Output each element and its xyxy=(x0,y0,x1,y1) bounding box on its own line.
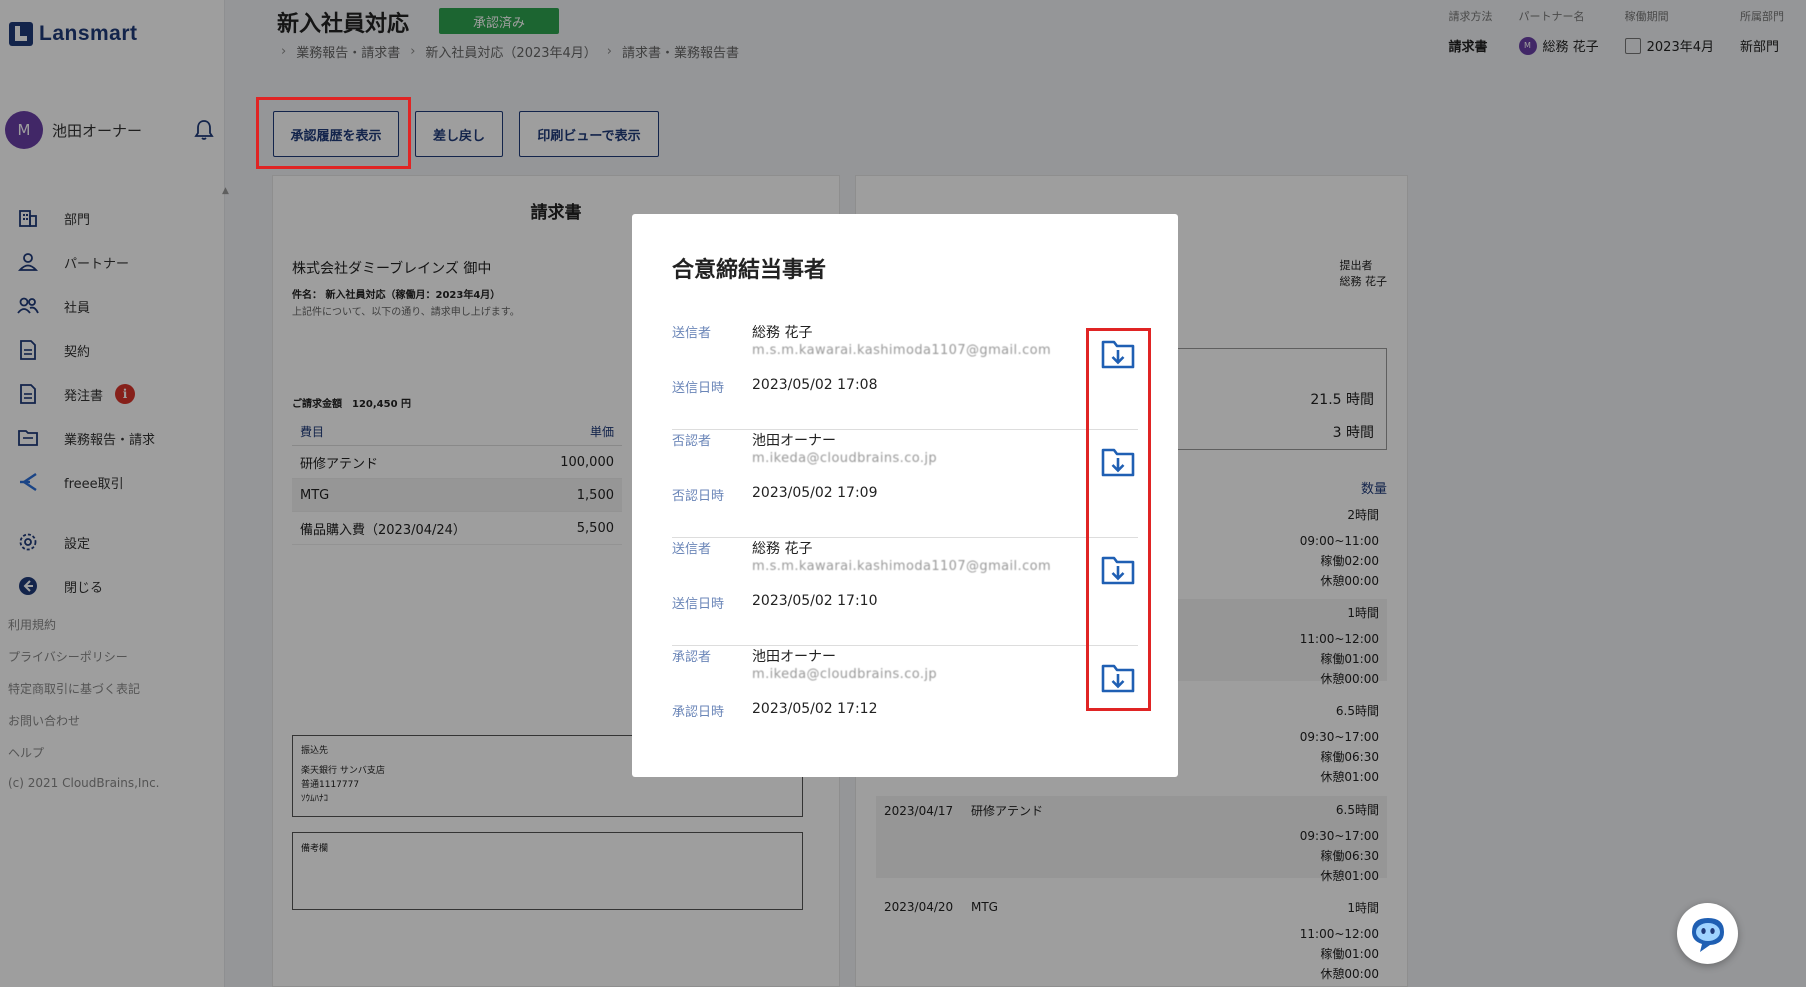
party-role: 送信者 xyxy=(672,326,712,341)
party-email: m.ikeda@cloudbrains.co.jp xyxy=(752,667,938,682)
party-date-label: 否認日時 xyxy=(672,489,725,504)
party-date-label: 承認日時 xyxy=(672,705,725,720)
party-email: m.s.m.kawarai.kashimoda1107@gmail.com xyxy=(752,559,1052,574)
party-item: 送信者 総務 花子 m.s.m.kawarai.kashimoda1107@gm… xyxy=(672,538,1138,646)
party-item: 送信者 総務 花子 m.s.m.kawarai.kashimoda1107@gm… xyxy=(672,322,1138,430)
party-email: m.s.m.kawarai.kashimoda1107@gmail.com xyxy=(752,343,1052,358)
party-role: 否認者 xyxy=(672,434,712,449)
chat-support-button[interactable] xyxy=(1677,903,1738,964)
party-date: 2023/05/02 17:09 xyxy=(752,485,878,501)
party-email: m.ikeda@cloudbrains.co.jp xyxy=(752,451,938,466)
party-date: 2023/05/02 17:10 xyxy=(752,593,878,609)
highlight-frame-top xyxy=(256,97,411,169)
party-item: 承認者 池田オーナー m.ikeda@cloudbrains.co.jp 承認日… xyxy=(672,646,1138,754)
party-role: 承認者 xyxy=(672,650,712,665)
party-role: 送信者 xyxy=(672,542,712,557)
party-date-label: 送信日時 xyxy=(672,597,725,612)
party-date: 2023/05/02 17:08 xyxy=(752,377,878,393)
party-name: 総務 花子 xyxy=(752,541,813,557)
chat-bot-icon xyxy=(1691,917,1724,952)
download-highlight-frame xyxy=(1086,328,1151,711)
party-name: 総務 花子 xyxy=(752,325,813,341)
party-name: 池田オーナー xyxy=(752,649,836,665)
party-date-label: 送信日時 xyxy=(672,381,725,396)
party-item: 否認者 池田オーナー m.ikeda@cloudbrains.co.jp 否認日… xyxy=(672,430,1138,538)
party-date: 2023/05/02 17:12 xyxy=(752,701,878,717)
modal-title: 合意締結当事者 xyxy=(672,258,827,283)
party-name: 池田オーナー xyxy=(752,433,836,449)
